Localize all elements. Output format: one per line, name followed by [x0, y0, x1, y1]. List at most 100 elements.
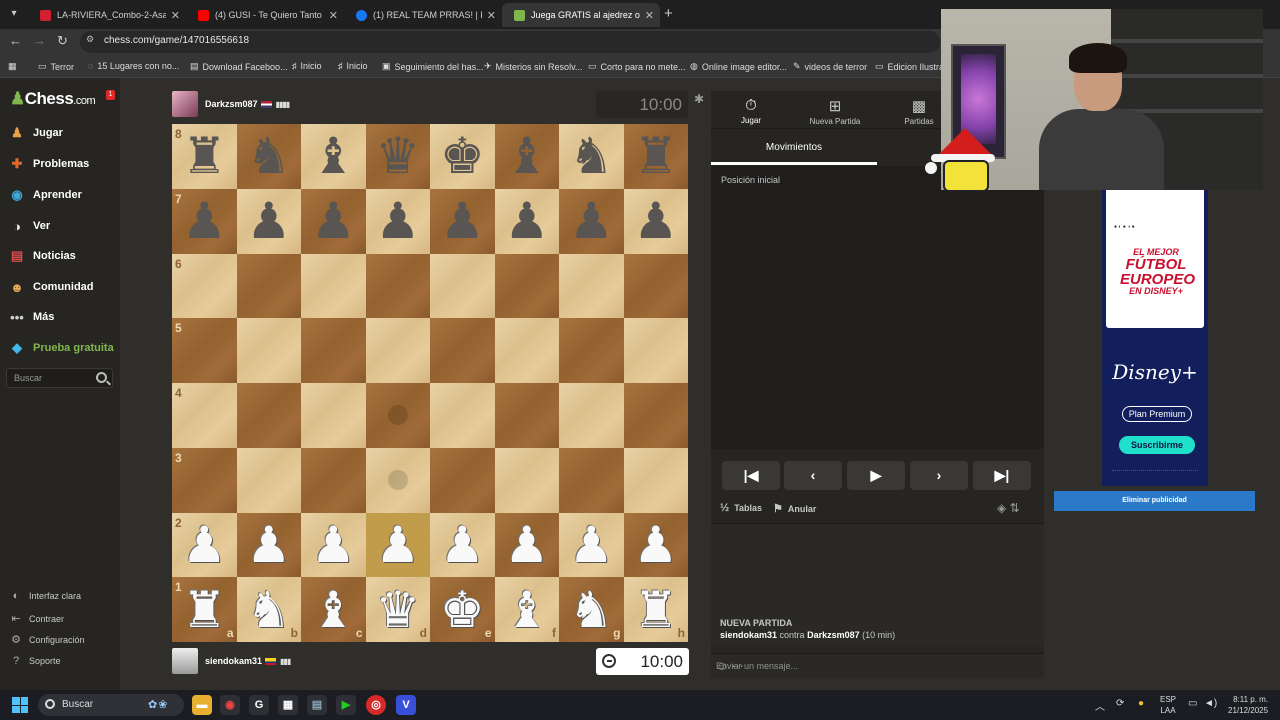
square-a3[interactable]: 3 [172, 447, 237, 513]
footer-collapse[interactable]: ⇤ Contraer [9, 612, 64, 625]
square-b2[interactable]: ♟ [236, 512, 301, 578]
subscribe-button[interactable]: Suscribirme [1119, 436, 1195, 454]
tab-search-chevron-icon[interactable]: ▾ [4, 5, 24, 23]
play-moves-button[interactable]: ▶ [847, 461, 905, 490]
square-b1[interactable]: b ♞ [236, 577, 301, 642]
white-queen-icon[interactable]: ♛ [375, 585, 420, 635]
bookmark-item[interactable]: ▭ Corto para no mete... [588, 61, 686, 72]
white-pawn-icon[interactable]: ♟ [375, 520, 420, 570]
square-a6[interactable]: 6 [172, 253, 237, 319]
sidebar-item-free-trial[interactable]: ◆ Prueba gratuita [8, 339, 114, 357]
square-h8[interactable]: ♜ [623, 124, 688, 189]
black-pawn-icon[interactable]: ♟ [504, 196, 549, 246]
move-hint-dot[interactable] [387, 470, 408, 491]
forward-arrow-icon[interactable]: → [33, 33, 46, 48]
square-d3[interactable] [365, 447, 430, 513]
tab-play[interactable]: ⏱ Jugar [711, 97, 791, 125]
close-icon[interactable]: ✕ [329, 9, 338, 22]
square-h2[interactable]: ♟ [623, 512, 688, 578]
black-pawn-icon[interactable]: ♟ [182, 196, 227, 246]
url-text[interactable]: chess.com/game/147016556618 [104, 35, 249, 46]
square-b5[interactable] [236, 318, 301, 383]
square-h3[interactable] [623, 447, 688, 513]
square-h7[interactable]: ♟ [623, 188, 688, 254]
black-rook-icon[interactable]: ♜ [633, 131, 678, 181]
square-h4[interactable] [623, 383, 688, 448]
volume-icon[interactable]: ◄) [1204, 698, 1217, 709]
sidebar-item-more[interactable]: ••• Más [8, 308, 54, 326]
black-king-icon[interactable]: ♚ [440, 131, 485, 181]
white-pawn-icon[interactable]: ♟ [569, 520, 614, 570]
footer-theme-toggle[interactable]: ◐ Interfaz clara [9, 590, 81, 602]
emoji-more-icon[interactable]: ☺ ⋯ [716, 659, 1036, 673]
square-b8[interactable]: ♞ [236, 124, 301, 189]
network-icon[interactable]: ▭ [1188, 698, 1197, 709]
black-rook-icon[interactable]: ♜ [182, 131, 227, 181]
close-icon[interactable]: ✕ [171, 9, 180, 22]
square-g5[interactable] [559, 318, 624, 383]
bookmark-item[interactable]: ▣ Seguimiento del has... [382, 61, 484, 72]
square-a2[interactable]: 2 ♟ [172, 512, 237, 578]
square-d8[interactable]: ♛ [365, 124, 430, 189]
square-d6[interactable] [365, 253, 430, 319]
next-move-button[interactable]: › [910, 461, 968, 490]
app-g-icon[interactable]: G [249, 695, 269, 715]
tray-mic-icon[interactable]: ● [1138, 698, 1144, 709]
square-c5[interactable] [301, 318, 366, 383]
square-e5[interactable] [430, 318, 495, 383]
white-pawn-icon[interactable]: ♟ [504, 520, 549, 570]
sidebar-search-input[interactable]: Buscar [6, 368, 113, 388]
draw-button[interactable]: ½ Tablas [720, 502, 762, 514]
new-tab-plus-icon[interactable]: + [664, 5, 673, 22]
square-f8[interactable]: ♝ [494, 124, 559, 189]
square-d5[interactable] [365, 318, 430, 383]
tab-new-game[interactable]: ⊞ Nueva Partida [795, 97, 875, 126]
square-e8[interactable]: ♚ [430, 124, 495, 189]
black-queen-icon[interactable]: ♛ [375, 131, 420, 181]
language-indicator[interactable]: ESP LAA [1160, 694, 1176, 716]
black-knight-icon[interactable]: ♞ [569, 131, 614, 181]
square-g6[interactable] [559, 253, 624, 319]
move-hint-dot[interactable] [387, 405, 408, 426]
black-pawn-icon[interactable]: ♟ [569, 196, 614, 246]
square-c2[interactable]: ♟ [301, 512, 366, 578]
first-move-button[interactable]: |◀ [722, 461, 780, 490]
square-a1[interactable]: 1 a ♜ [172, 577, 237, 642]
square-b6[interactable] [236, 253, 301, 319]
notification-badge[interactable]: 1 [106, 90, 115, 100]
square-e6[interactable] [430, 253, 495, 319]
square-g8[interactable]: ♞ [559, 124, 624, 189]
abort-button[interactable]: ⚑ Anular [773, 502, 816, 515]
flip-board-icon[interactable]: ⇅ [1010, 501, 1020, 515]
sidebar-item-news[interactable]: ▤ Noticias [8, 247, 76, 265]
square-c8[interactable]: ♝ [301, 124, 366, 189]
white-bishop-icon[interactable]: ♝ [311, 585, 356, 635]
app-v-icon[interactable]: V [396, 695, 416, 715]
white-pawn-icon[interactable]: ♟ [440, 520, 485, 570]
advertisement[interactable]: ● ◐ ● ◑ ● EL MEJOR FÚTBOL EUROPEO EN DIS… [1102, 188, 1208, 486]
bookmark-item[interactable]: ◍ Online image editor... [690, 61, 787, 72]
square-d4[interactable] [365, 383, 430, 448]
square-f4[interactable] [494, 383, 559, 448]
square-e4[interactable] [430, 383, 495, 448]
square-g3[interactable] [559, 447, 624, 513]
square-g4[interactable] [559, 383, 624, 448]
bookmark-item[interactable]: ✈ Misterios sin Resolv... [484, 61, 582, 72]
square-a5[interactable]: 5 [172, 318, 237, 383]
tray-chevron-icon[interactable]: ︿ [1095, 698, 1105, 713]
sidebar-item-watch[interactable]: ◑ Ver [8, 217, 50, 235]
square-a7[interactable]: 7 ♟ [172, 188, 237, 254]
player-name[interactable]: Darkzsm087 [205, 99, 258, 109]
square-f2[interactable]: ♟ [494, 512, 559, 578]
close-icon[interactable]: ✕ [487, 9, 496, 22]
square-d7[interactable]: ♟ [365, 188, 430, 254]
square-d1[interactable]: d ♛ [365, 577, 430, 642]
white-bishop-icon[interactable]: ♝ [504, 585, 549, 635]
player-name[interactable]: siendokam31 [205, 656, 262, 666]
square-a4[interactable]: 4 [172, 383, 237, 448]
black-pawn-icon[interactable]: ♟ [311, 196, 356, 246]
bookmark-item[interactable]: ▭ Terror [38, 61, 74, 72]
black-knight-icon[interactable]: ♞ [246, 131, 291, 181]
black-bishop-icon[interactable]: ♝ [504, 131, 549, 181]
sidebar-item-community[interactable]: ☻ Comunidad [8, 278, 93, 296]
